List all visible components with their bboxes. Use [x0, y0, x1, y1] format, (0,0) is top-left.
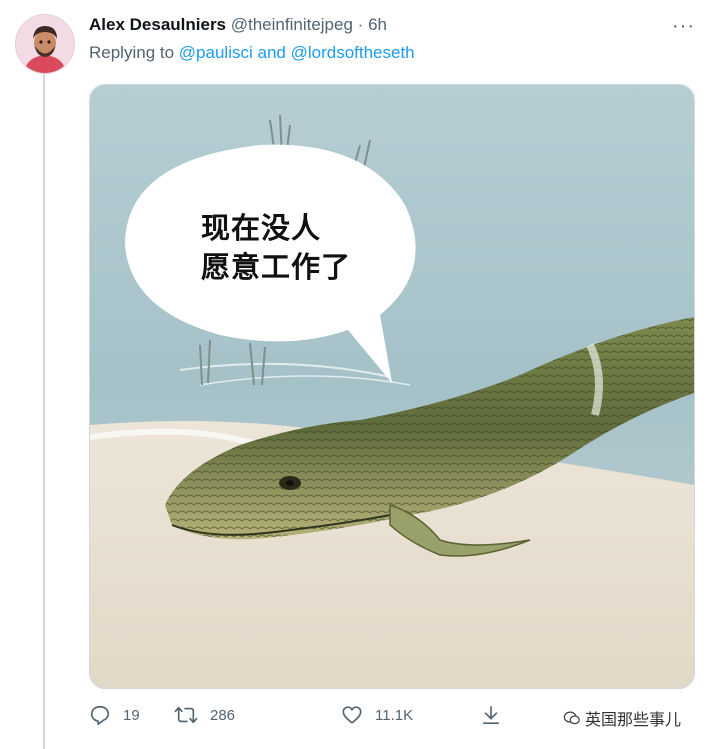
bubble-line-1: 现在没人 — [201, 211, 322, 245]
tweet-header: Alex Desaulniers @theinfinitejpeg · 6h — [89, 15, 387, 35]
avatar[interactable] — [15, 14, 75, 74]
tweet-image[interactable]: 现在没人 愿意工作了 — [89, 84, 695, 689]
more-options-icon[interactable]: ··· — [672, 15, 695, 38]
share-icon — [482, 706, 500, 725]
replying-prefix: Replying to — [89, 43, 175, 62]
watermark-text: 英国那些事儿 — [585, 710, 682, 729]
wechat-icon — [563, 711, 580, 725]
heart-icon — [342, 706, 362, 724]
retweet-count: 286 — [210, 706, 236, 724]
author-name[interactable]: Alex Desaulniers — [89, 15, 226, 34]
reply-count: 19 — [123, 706, 140, 724]
speech-bubble-text: 现在没人 愿意工作了 — [201, 209, 351, 287]
thread-line — [43, 74, 45, 749]
mention-link-2[interactable]: @lordsoftheseth — [291, 43, 415, 62]
separator-dot: · — [357, 15, 364, 34]
author-handle[interactable]: @theinfinitejpeg — [231, 15, 353, 34]
replying-to: Replying to @paulisci and @lordsoftheset… — [89, 43, 415, 63]
like-button[interactable]: 11.1K — [341, 704, 413, 726]
reply-button[interactable]: 19 — [89, 704, 140, 726]
retweet-icon — [174, 706, 198, 724]
bubble-line-2: 愿意工作了 — [201, 250, 352, 284]
mention-and: and — [257, 43, 286, 62]
tiktaalik-illustration — [90, 85, 694, 688]
mention-link-1[interactable]: @paulisci — [179, 43, 253, 62]
tweet-time[interactable]: 6h — [368, 15, 387, 34]
retweet-button[interactable]: 286 — [174, 704, 235, 726]
share-button[interactable] — [481, 704, 513, 726]
reply-icon — [90, 705, 110, 725]
like-count: 11.1K — [375, 706, 414, 724]
watermark: 英国那些事儿 — [563, 706, 681, 730]
